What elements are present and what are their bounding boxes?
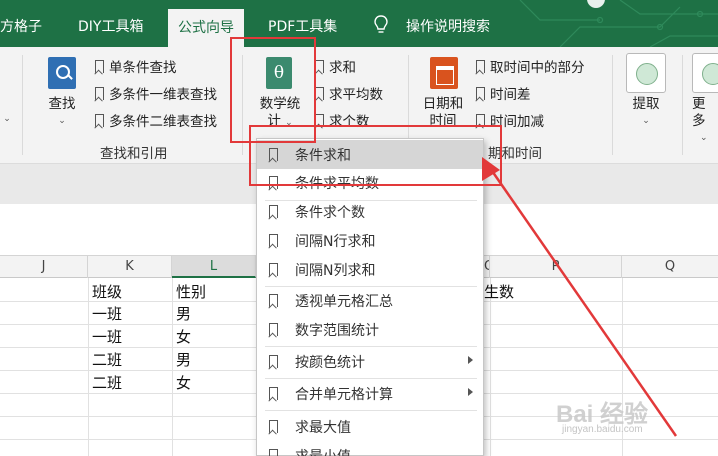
lookup-single-condition[interactable]: 单条件查找: [95, 56, 177, 76]
bookmark-icon: [269, 449, 278, 456]
extract-time-part[interactable]: 取时间中的部分: [476, 56, 585, 76]
cell-l-header[interactable]: 性别: [176, 281, 206, 302]
bookmark-icon: [315, 86, 324, 100]
submenu-arrow-icon: [468, 356, 473, 364]
cell-k-header[interactable]: 班级: [92, 281, 122, 302]
tab-diy-toolbox[interactable]: DIY工具箱: [78, 16, 143, 36]
table-cell-class[interactable]: 二班: [92, 349, 122, 370]
menu-item-max[interactable]: 求最大值: [257, 412, 483, 441]
column-header-k[interactable]: K: [88, 256, 172, 278]
date-time-label-1: 日期和: [422, 96, 464, 112]
extract-button[interactable]: 提取 ⌄: [622, 96, 670, 130]
cell-o-header[interactable]: 生数: [484, 281, 514, 302]
menu-item-interval-col-sum[interactable]: 间隔N列求和: [257, 255, 483, 284]
menu-separator: [265, 410, 477, 411]
bookmark-icon: [269, 420, 278, 433]
menu-item-label: 间隔N列求和: [295, 262, 376, 279]
menu-item-label: 按颜色统计: [295, 354, 365, 371]
find-button-label: 查找: [48, 96, 76, 112]
lookup-item-label: 多条件一维表查找: [109, 87, 217, 103]
bookmark-icon: [95, 113, 104, 127]
search-icon: [48, 57, 76, 89]
grid-col-line: [490, 278, 491, 456]
menu-item-label: 求最小值: [295, 446, 351, 456]
menu-item-merged-cell-calc[interactable]: 合并单元格计算: [257, 379, 483, 408]
bookmark-icon: [476, 86, 485, 100]
bookmark-icon: [269, 205, 278, 218]
lightbulb-icon: [374, 15, 388, 33]
ribbon-tab-bar: 方格子 DIY工具箱 公式向导 PDF工具集 操作说明搜索: [0, 0, 718, 47]
ribbon-separator: [682, 55, 683, 155]
table-cell-gender[interactable]: 女: [176, 372, 191, 393]
table-cell-gender[interactable]: 男: [176, 303, 191, 324]
bookmark-icon: [95, 86, 104, 100]
extract-icon: [626, 53, 666, 93]
table-cell-gender[interactable]: 女: [176, 326, 191, 347]
ribbon-separator: [612, 55, 613, 155]
tab-fanggezi[interactable]: 方格子: [0, 16, 42, 36]
lookup-item-label: 单条件查找: [109, 60, 177, 76]
chevron-down-icon: ⌄: [58, 116, 66, 126]
menu-item-min[interactable]: 求最小值: [257, 441, 483, 456]
column-header-p[interactable]: P: [490, 256, 622, 278]
average-button[interactable]: 求平均数: [315, 83, 383, 103]
grid-col-line: [88, 278, 89, 456]
more-button-label: 更多: [692, 96, 706, 129]
chevron-down-icon: ⌄: [700, 133, 708, 143]
menu-item-label: 数字范围统计: [295, 322, 379, 339]
chevron-down-icon: ⌄: [642, 116, 650, 126]
menu-item-label: 条件求个数: [295, 204, 365, 221]
sum-item-label: 求和: [329, 60, 356, 76]
bookmark-icon: [269, 234, 278, 247]
lookup-item-label: 多条件二维表查找: [109, 114, 217, 130]
menu-item-interval-row-sum[interactable]: 间隔N行求和: [257, 226, 483, 255]
lookup-multi-2d[interactable]: 多条件二维表查找: [95, 110, 217, 130]
column-header-l[interactable]: L: [172, 256, 256, 278]
tab-pdf-tools[interactable]: PDF工具集: [268, 16, 337, 36]
tab-help-search[interactable]: 操作说明搜索: [406, 16, 490, 36]
grid-col-line: [172, 278, 173, 456]
column-header-q[interactable]: Q: [622, 256, 718, 278]
table-cell-class[interactable]: 二班: [92, 372, 122, 393]
menu-item-number-range-stats[interactable]: 数字范围统计: [257, 315, 483, 344]
watermark-url: jingyan.baidu.com: [562, 424, 643, 435]
bookmark-icon: [269, 323, 278, 336]
date-item-label: 时间差: [490, 87, 531, 103]
lookup-multi-1d[interactable]: 多条件一维表查找: [95, 83, 217, 103]
group-label-lookup: 查找和引用: [100, 146, 168, 162]
time-difference[interactable]: 时间差: [476, 83, 531, 103]
more-button[interactable]: 更多 ⌄: [692, 96, 718, 147]
extract-button-label: 提取: [632, 96, 660, 112]
ribbon-separator: [22, 55, 23, 155]
menu-item-pivot-cell-summary[interactable]: 透视单元格汇总: [257, 286, 483, 315]
find-button[interactable]: 查找 ⌄: [42, 96, 82, 130]
menu-item-label: 求最大值: [295, 419, 351, 436]
bookmark-icon: [476, 59, 485, 73]
bookmark-icon: [269, 294, 278, 307]
menu-item-label: 透视单元格汇总: [295, 293, 393, 310]
watermark-logo: Bai 经验 jingyan.baidu.com: [556, 394, 706, 442]
date-item-label: 取时间中的部分: [490, 60, 585, 76]
column-header-j[interactable]: J: [0, 256, 88, 278]
bookmark-icon: [95, 59, 104, 73]
bookmark-icon: [269, 387, 278, 400]
table-cell-class[interactable]: 一班: [92, 303, 122, 324]
table-cell-gender[interactable]: 男: [176, 349, 191, 370]
menu-item-color-stats[interactable]: 按颜色统计: [257, 347, 483, 376]
submenu-arrow-icon: [468, 388, 473, 396]
more-icon: [692, 53, 718, 93]
sum-item-label: 求平均数: [329, 87, 383, 103]
bookmark-icon: [269, 263, 278, 276]
annotation-box-menu-items: [249, 125, 502, 186]
sum-button[interactable]: 求和: [315, 56, 356, 76]
menu-item-conditional-count[interactable]: 条件求个数: [257, 197, 483, 226]
bookmark-icon: [315, 59, 324, 73]
bookmark-icon: [269, 355, 278, 368]
table-cell-class[interactable]: 一班: [92, 326, 122, 347]
menu-item-label: 间隔N行求和: [295, 233, 376, 250]
collapsed-group-chevron[interactable]: ⌄: [0, 109, 14, 128]
calendar-icon: [430, 57, 458, 89]
menu-item-label: 合并单元格计算: [295, 386, 393, 403]
